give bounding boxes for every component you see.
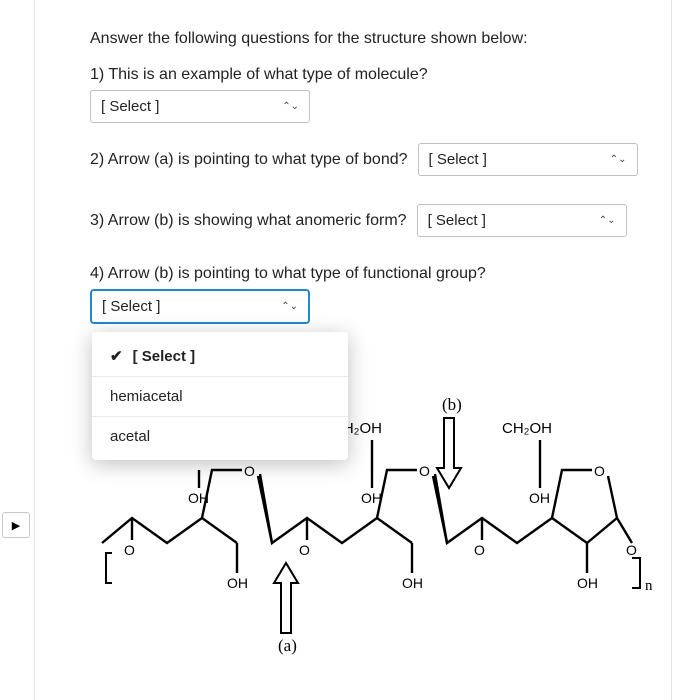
dropdown-option-select[interactable]: ✔ [ Select ] [92, 336, 348, 377]
q2-text: 2) Arrow (a) is pointing to what type of… [90, 151, 408, 169]
svg-text:O: O [299, 542, 310, 558]
q4-select[interactable]: [ Select ] ⌃⌄ [90, 289, 310, 324]
arrow-b [437, 418, 461, 488]
q4-text: 4) Arrow (b) is pointing to what type of… [90, 265, 645, 283]
dropdown-option-label: [ Select ] [133, 348, 196, 365]
q1-select[interactable]: [ Select ] ⌃⌄ [90, 90, 310, 123]
svg-text:OH: OH [529, 490, 550, 506]
svg-text:OH: OH [361, 490, 382, 506]
q3-select-label: [ Select ] [428, 212, 486, 229]
svg-text:O: O [244, 463, 255, 479]
q4-select-label: [ Select ] [102, 298, 160, 315]
svg-text:O: O [419, 463, 430, 479]
check-icon: ✔ [110, 347, 123, 365]
question-3: 3) Arrow (b) is showing what anomeric fo… [90, 204, 645, 237]
dropdown-option-label: acetal [110, 428, 150, 445]
ring-3: O O OH OH O n [433, 440, 652, 594]
q1-text: 1) This is an example of what type of mo… [90, 66, 645, 84]
svg-text:OH: OH [227, 575, 248, 591]
left-rail [0, 0, 35, 700]
question-content: Answer the following questions for the s… [70, 0, 660, 344]
ring-1: O O OH OH [102, 463, 255, 591]
dropdown-option-label: hemiacetal [110, 388, 183, 405]
chevron-updown-icon: ⌃⌄ [599, 215, 616, 226]
question-4: 4) Arrow (b) is pointing to what type of… [90, 265, 645, 324]
dropdown-option-hemiacetal[interactable]: hemiacetal [92, 377, 348, 417]
q2-select[interactable]: [ Select ] ⌃⌄ [418, 143, 638, 176]
svg-text:O: O [594, 463, 605, 479]
svg-text:O: O [124, 542, 135, 558]
play-button[interactable]: ▶ [2, 512, 30, 538]
arrow-a [274, 563, 298, 633]
chevron-updown-icon: ⌃⌄ [282, 101, 299, 112]
label-a: (a) [278, 636, 297, 655]
chevron-updown-icon: ⌃⌄ [610, 154, 627, 165]
question-2: 2) Arrow (a) is pointing to what type of… [90, 143, 645, 176]
dropdown-option-acetal[interactable]: acetal [92, 417, 348, 456]
ch2oh-2: CH₂OH [502, 420, 552, 437]
question-1: 1) This is an example of what type of mo… [90, 66, 645, 123]
q3-select[interactable]: [ Select ] ⌃⌄ [417, 204, 627, 237]
label-b: (b) [442, 395, 462, 414]
q1-select-label: [ Select ] [101, 98, 159, 115]
svg-text:OH: OH [402, 575, 423, 591]
play-icon: ▶ [12, 519, 20, 532]
svg-text:n: n [645, 578, 652, 594]
q4-dropdown-panel: ✔ [ Select ] hemiacetal acetal [92, 332, 348, 460]
svg-text:OH: OH [577, 575, 598, 591]
q3-text: 3) Arrow (b) is showing what anomeric fo… [90, 212, 407, 230]
q2-select-label: [ Select ] [429, 151, 487, 168]
svg-text:OH: OH [188, 490, 209, 506]
svg-text:O: O [474, 542, 485, 558]
chevron-updown-icon: ⌃⌄ [281, 301, 298, 312]
svg-text:O: O [626, 542, 637, 558]
intro-text: Answer the following questions for the s… [90, 30, 645, 48]
right-rail [671, 0, 675, 700]
